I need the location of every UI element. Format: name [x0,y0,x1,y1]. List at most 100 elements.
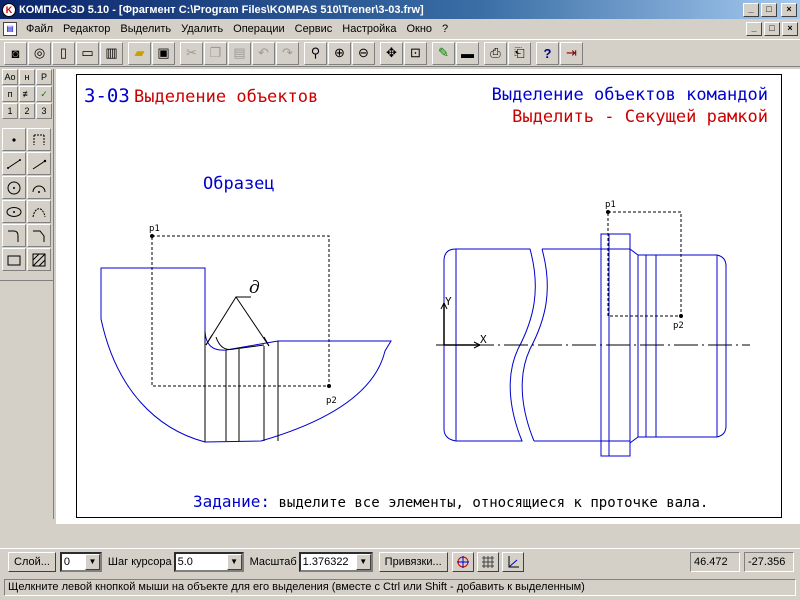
step-label: Шаг курсора [107,556,172,568]
layer-value: 0 [63,556,71,568]
menu-bar: ▤ Файл Редактор Выделить Удалить Операци… [0,19,800,38]
window-title: КОМПАС-3D 5.10 - [Фрагмент C:\Program Fi… [19,3,424,16]
menu-help[interactable]: ? [437,23,453,35]
coord-x-field: 46.472 [690,552,740,572]
segment-icon[interactable] [2,152,26,175]
doc-maximize-button[interactable]: □ [764,21,780,36]
chamfer-icon[interactable] [27,224,51,247]
menu-file[interactable]: Файл [21,23,58,35]
kompas-app-icon[interactable]: K [2,2,16,17]
tool-tab-symbol[interactable]: п [2,86,18,102]
p2-left-label: p2 [326,396,337,406]
auxiliary-line-icon[interactable] [27,128,51,151]
edit-icon[interactable]: ✎ [432,41,455,65]
rectangle-icon[interactable] [2,248,26,271]
tool-tab-1[interactable]: 1 [2,103,18,119]
zoom-fit-icon[interactable]: ⊡ [404,41,427,65]
arc-icon[interactable] [27,176,51,199]
fillet-icon[interactable] [2,224,26,247]
hatch-icon[interactable] [27,248,51,271]
coord-y-field: -27.356 [744,552,794,572]
step-combo[interactable]: 5.0 ▼ [173,552,244,572]
task-label: Задание: [193,492,270,511]
main-toolbar: ◙ ◎ ▯ ▭ ▥ ▰ ▣ ✂ ❐ ▤ ↶ ↷ ⚲ ⊕ ⊖ ✥ ⊡ ✎ ▬ ⎙ … [0,39,800,67]
cut-icon[interactable]: ✂ [180,41,203,65]
tool-tab-text[interactable]: Ао [2,69,18,85]
undo-icon[interactable]: ↶ [252,41,275,65]
sample-leader-d: д [205,278,270,347]
document-icon[interactable]: ▤ [3,21,17,36]
minimize-button[interactable]: _ [743,2,759,17]
open-icon[interactable]: ▰ [128,41,151,65]
menu-window[interactable]: Окно [401,23,437,35]
print-icon[interactable]: ⎗ [508,41,531,65]
chevron-down-icon[interactable]: ▼ [226,554,242,570]
layer-button[interactable]: Слой... [8,552,56,572]
layer-combo[interactable]: 0 ▼ [59,552,102,572]
properties-icon[interactable]: ▬ [456,41,479,65]
maximize-button[interactable]: □ [761,2,777,17]
sample-selection-frame: p1 p2 [149,224,337,406]
status-bar: Щелкните левой кнопкой мыши на объекте д… [0,577,800,597]
p1-right-label: p1 [605,200,616,210]
header-right-line2: Выделить - Секущей рамкой [512,107,768,127]
menu-settings[interactable]: Настройка [337,23,401,35]
menu-select[interactable]: Выделить [115,23,176,35]
copy-icon[interactable]: ❐ [204,41,227,65]
new-sheet-icon[interactable]: ▯ [52,41,75,65]
tool-tab-dimension[interactable]: н [19,69,35,85]
zoom-icon[interactable]: ⚲ [304,41,327,65]
doc-minimize-button[interactable]: _ [746,21,762,36]
axis-y-label: Y [445,295,452,308]
local-coordinate-icon[interactable] [501,552,524,572]
menu-operations[interactable]: Операции [228,23,289,35]
zoom-out-icon[interactable]: ⊖ [352,41,375,65]
current-state-panel: Слой... 0 ▼ Шаг курсора 5.0 ▼ Масштаб 1.… [0,548,800,575]
exit-icon[interactable]: ⇥ [560,41,583,65]
point-icon[interactable] [2,128,26,151]
tool-panel: Ао н Р п ≢ ✓ 1 2 3 [0,69,54,519]
paste-icon[interactable]: ▤ [228,41,251,65]
axis-x-label: X [480,333,487,346]
new-part-icon[interactable]: ◎ [28,41,51,65]
tool-tab-check[interactable]: ✓ [36,86,52,102]
task-line: Задание: выделите все элементы, относящи… [193,492,708,511]
tool-tab-param[interactable]: Р [36,69,52,85]
step-value: 5.0 [177,556,193,568]
sample-part-outline[interactable] [100,267,392,443]
new-text-icon[interactable]: ▥ [100,41,123,65]
redo-icon[interactable]: ↷ [276,41,299,65]
menu-service[interactable]: Сервис [290,23,338,35]
ellipse-icon[interactable] [2,200,26,223]
menu-editor[interactable]: Редактор [58,23,115,35]
pan-icon[interactable]: ✥ [380,41,403,65]
print-preview-icon[interactable]: ⎙ [484,41,507,65]
new-model-icon[interactable]: ◙ [4,41,27,65]
p1-left-label: p1 [149,224,160,234]
doc-close-button[interactable]: × [782,21,798,36]
segment-parallel-icon[interactable] [27,152,51,175]
zoom-in-icon[interactable]: ⊕ [328,41,351,65]
snap-toggle-icon[interactable] [451,552,474,572]
save-icon[interactable]: ▣ [152,41,175,65]
new-fragment-icon[interactable]: ▭ [76,41,99,65]
close-button[interactable]: × [781,2,797,17]
circle-icon[interactable] [2,176,26,199]
grid-icon[interactable] [476,552,499,572]
menu-delete[interactable]: Удалить [176,23,228,35]
drawing-canvas[interactable]: 3-03 Выделение объектов Выделение объект… [56,69,800,524]
chevron-down-icon[interactable]: ▼ [84,554,100,570]
help-icon[interactable]: ? [536,41,559,65]
shaft-selection-frame: p1 p2 [605,200,684,331]
tool-tab-3[interactable]: 3 [36,103,52,119]
tool-tab-2[interactable]: 2 [19,103,35,119]
tool-tab-equal[interactable]: ≢ [19,86,35,102]
spline-icon[interactable] [27,200,51,223]
chevron-down-icon[interactable]: ▼ [355,554,371,570]
snaps-button[interactable]: Привязки... [378,552,448,572]
scale-value: 1.376322 [302,556,349,568]
drawing-graphics[interactable]: 3-03 Выделение объектов Выделение объект… [56,69,800,524]
scale-combo[interactable]: 1.376322 ▼ [298,552,373,572]
sample-label: Образец [203,174,275,194]
p2-right-label: p2 [673,321,684,331]
